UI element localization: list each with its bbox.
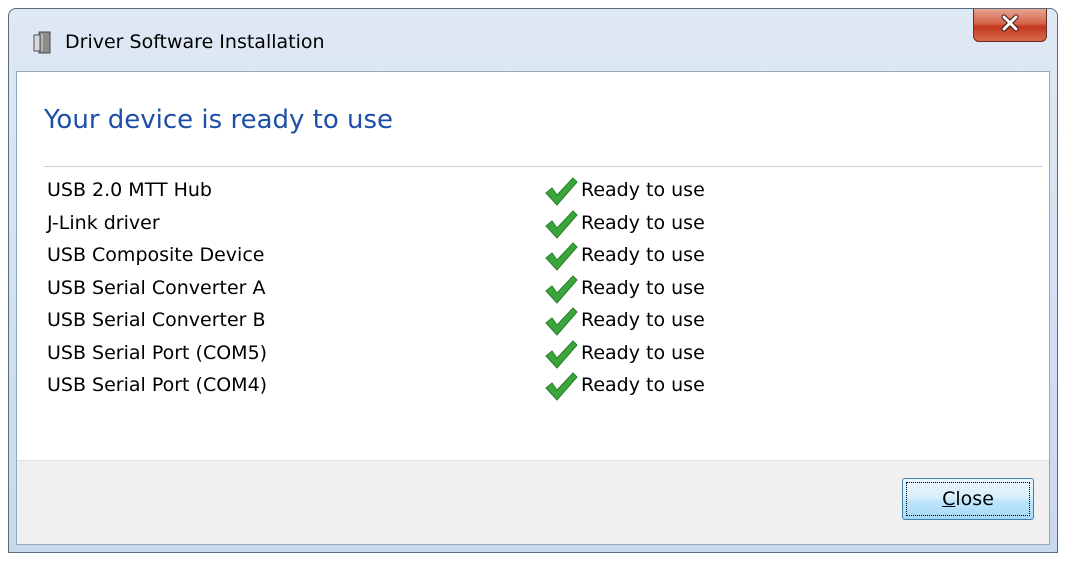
device-name: USB Serial Converter A — [47, 276, 266, 299]
close-button-text: lose — [955, 488, 994, 510]
green-checkmark-icon — [544, 274, 578, 304]
green-checkmark-icon — [544, 209, 578, 239]
list-item: USB 2.0 MTT Hub Ready to use — [47, 176, 1029, 209]
device-status: Ready to use — [581, 276, 705, 299]
close-icon — [1000, 14, 1020, 36]
title-bar[interactable]: Driver Software Installation — [9, 9, 1057, 71]
device-status: Ready to use — [581, 374, 705, 396]
list-item: USB Serial Port (COM5) Ready to use — [47, 339, 1029, 372]
driver-install-icon — [33, 31, 53, 55]
device-status: Ready to use — [581, 309, 705, 331]
green-checkmark-icon — [544, 176, 578, 206]
close-button-accelerator: C — [942, 488, 956, 510]
device-name: USB Serial Port (COM5) — [47, 341, 268, 364]
list-item: USB Composite Device Ready to use — [47, 241, 1029, 274]
page-title: Your device is ready to use — [44, 105, 394, 135]
dialog-footer: Close — [17, 460, 1049, 544]
dialog-content: Your device is ready to use USB 2.0 MTT … — [16, 71, 1050, 545]
device-status: Ready to use — [581, 341, 705, 364]
list-item: USB Serial Converter B Ready to use — [47, 306, 1029, 339]
green-checkmark-icon — [544, 371, 578, 401]
window-close-button[interactable] — [973, 9, 1047, 42]
green-checkmark-icon — [544, 339, 578, 369]
device-status: Ready to use — [581, 244, 705, 266]
device-list: USB 2.0 MTT Hub Ready to use J-Link driv… — [47, 176, 1029, 404]
device-name: USB Serial Port (COM4) — [47, 374, 268, 396]
device-status: Ready to use — [581, 179, 705, 201]
device-name: J-Link driver — [47, 211, 160, 234]
device-name: USB Serial Converter B — [47, 309, 266, 331]
close-button[interactable]: Close — [902, 478, 1034, 520]
driver-install-window: Driver Software Installation Your device… — [8, 8, 1058, 553]
window-title: Driver Software Installation — [65, 31, 325, 53]
list-item: USB Serial Converter A Ready to use — [47, 274, 1029, 307]
green-checkmark-icon — [544, 306, 578, 336]
close-button-label: Close — [906, 482, 1030, 516]
device-name: USB Composite Device — [47, 244, 265, 266]
list-item: USB Serial Port (COM4) Ready to use — [47, 371, 1029, 404]
device-status: Ready to use — [581, 211, 705, 234]
device-name: USB 2.0 MTT Hub — [47, 179, 212, 201]
list-item: J-Link driver Ready to use — [47, 209, 1029, 242]
heading-divider — [44, 166, 1043, 167]
green-checkmark-icon — [544, 241, 578, 271]
